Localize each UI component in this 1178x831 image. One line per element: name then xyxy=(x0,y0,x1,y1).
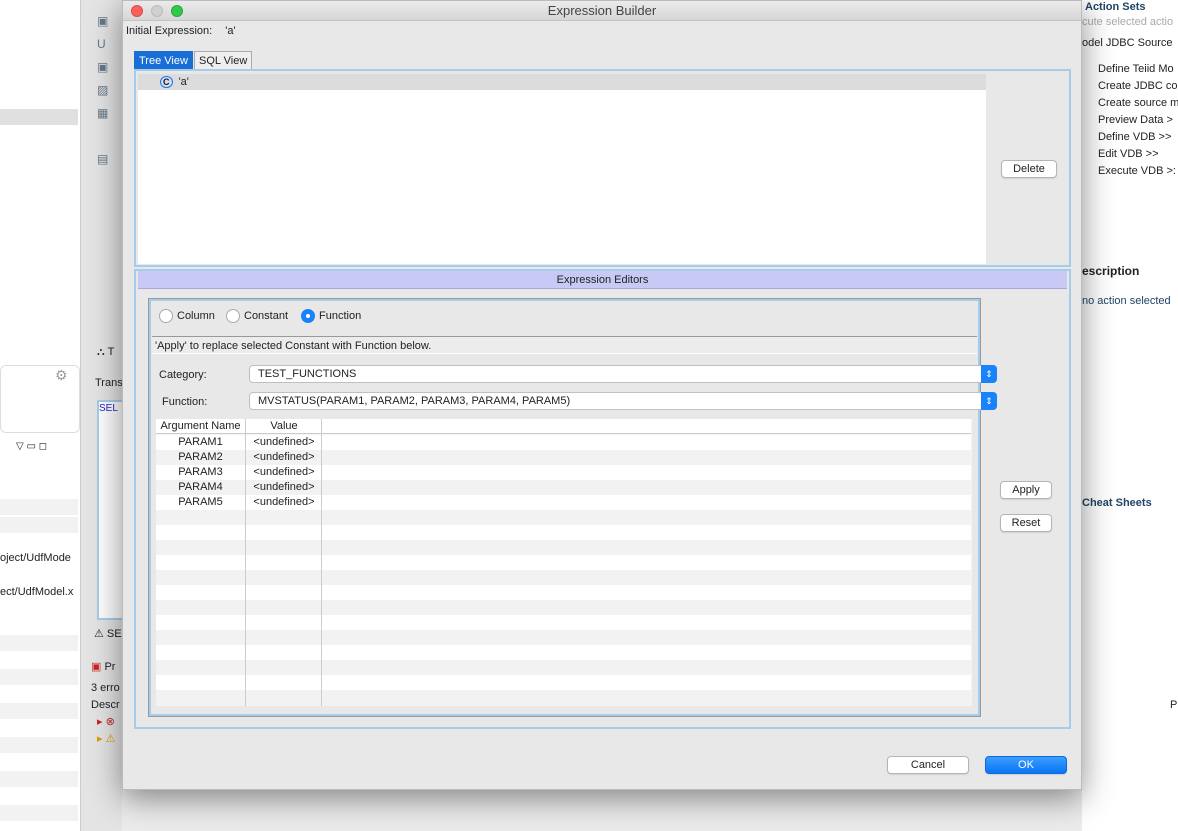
status-message: 'Apply' to replace selected Constant wit… xyxy=(152,336,977,354)
initial-expression-value: 'a' xyxy=(225,25,236,37)
table-row[interactable] xyxy=(156,555,971,570)
radio-constant[interactable] xyxy=(226,309,240,323)
transformation-tab[interactable]: Trans xyxy=(95,377,123,389)
column-header-value[interactable]: Value xyxy=(248,419,320,434)
action-item[interactable]: Define Teiid Mo xyxy=(1098,63,1174,75)
argument-name: PARAM4 xyxy=(178,481,223,493)
table-row[interactable] xyxy=(156,585,971,600)
sql-snippet: SEL xyxy=(99,403,118,414)
minimize-window-button[interactable] xyxy=(151,5,163,17)
zoom-window-button[interactable] xyxy=(171,5,183,17)
t-tab-label: T xyxy=(107,346,115,358)
tab-sql-view[interactable]: SQL View xyxy=(194,51,253,69)
problems-tab[interactable]: ▣ Pr xyxy=(91,660,115,673)
action-sets-header: Action Sets xyxy=(1085,1,1146,13)
table-row[interactable]: PARAM3 <undefined> xyxy=(156,465,971,480)
radio-constant-label: Constant xyxy=(244,310,289,322)
table-row[interactable] xyxy=(156,525,971,540)
expression-builder-dialog: Expression Builder Initial Expression: '… xyxy=(122,0,1082,790)
p-column: P xyxy=(1170,699,1178,711)
radio-function[interactable] xyxy=(301,309,315,323)
stepper-icon: ⇕ xyxy=(981,392,997,410)
execute-hint: cute selected actio xyxy=(1082,16,1174,28)
arguments-table[interactable]: Argument Name Value PARAM1 <undefined> PAR… xyxy=(156,419,972,706)
function-label: Function: xyxy=(162,396,208,408)
editor-strip-bg: ▣ U ▣ ▨ ▦ ▤ ⛬ T Trans SEL ⚠ SEL ▣ Pr 3 erro D… xyxy=(80,0,128,831)
action-item[interactable]: Define VDB >> xyxy=(1098,131,1171,143)
action-item[interactable]: Execute VDB >: xyxy=(1098,165,1176,177)
table-row[interactable]: PARAM1 <undefined> xyxy=(156,435,971,450)
table-row[interactable]: PARAM4 <undefined> xyxy=(156,480,971,495)
category-select[interactable]: TEST_FUNCTIONS ⇕ xyxy=(249,365,997,383)
table-row[interactable] xyxy=(156,570,971,585)
function-editor: Column Constant Function 'Apply' to repl… xyxy=(148,298,997,717)
description-text: no action selected xyxy=(1082,295,1171,307)
tab-tree-view[interactable]: Tree View xyxy=(134,51,193,69)
cheat-sheets-title: Cheat Sheets xyxy=(1082,497,1152,509)
table-row[interactable] xyxy=(156,600,971,615)
argument-value[interactable]: <undefined> xyxy=(248,495,320,510)
argument-name: PARAM1 xyxy=(178,436,223,448)
radio-column[interactable] xyxy=(159,309,173,323)
table-row[interactable] xyxy=(156,510,971,525)
project-explorer-bg: ⚙ ▽ ▭ ◻ oject/UdfMode ect/UdfModel.x xyxy=(0,0,80,831)
action-item[interactable]: Edit VDB >> xyxy=(1098,148,1159,160)
argument-value[interactable]: <undefined> xyxy=(248,450,320,465)
argument-value[interactable]: <undefined> xyxy=(248,465,320,480)
description-title: escription xyxy=(1082,264,1140,278)
dialog-title: Expression Builder xyxy=(547,3,657,18)
title-bar: Expression Builder xyxy=(123,1,1081,21)
path-item[interactable]: ect/UdfModel.x xyxy=(0,586,73,598)
argument-name: PARAM2 xyxy=(178,451,223,463)
action-item[interactable]: Create JDBC co xyxy=(1098,80,1177,92)
table-row[interactable] xyxy=(156,615,971,630)
apply-button[interactable]: Apply xyxy=(1000,481,1052,499)
cancel-button[interactable]: Cancel xyxy=(887,756,969,774)
expression-tree[interactable]: C 'a' xyxy=(138,74,986,264)
argument-name: PARAM5 xyxy=(178,496,223,508)
action-set-combo[interactable]: odel JDBC Source xyxy=(1082,37,1173,49)
ok-button[interactable]: OK xyxy=(985,756,1067,774)
expression-editors-header: Expression Editors xyxy=(138,271,1067,289)
error-count: 3 erro xyxy=(91,682,120,694)
path-item[interactable]: oject/UdfMode xyxy=(0,552,71,564)
table-row[interactable]: PARAM2 <undefined> xyxy=(156,450,971,465)
table-row[interactable] xyxy=(156,690,971,705)
argument-value[interactable]: <undefined> xyxy=(248,480,320,495)
gear-icon[interactable]: ⚙ xyxy=(55,367,68,384)
toolbar-icons: ▣ U ▣ ▨ ▦ ▤ xyxy=(97,14,109,166)
delete-button[interactable]: Delete xyxy=(1001,160,1057,178)
reset-button[interactable]: Reset xyxy=(1000,514,1052,532)
table-row[interactable]: PARAM5 <undefined> xyxy=(156,495,971,510)
argument-value[interactable]: <undefined> xyxy=(248,435,320,450)
argument-name: PARAM3 xyxy=(178,466,223,478)
table-row[interactable] xyxy=(156,630,971,645)
expression-editors-panel: Expression Editors Column Constant Funct… xyxy=(134,269,1071,729)
action-item[interactable]: Preview Data > xyxy=(1098,114,1173,126)
action-item[interactable]: Create source m xyxy=(1098,97,1178,109)
function-select[interactable]: MVSTATUS(PARAM1, PARAM2, PARAM3, PARAM4,… xyxy=(249,392,997,410)
table-row[interactable] xyxy=(156,540,971,555)
table-row[interactable] xyxy=(156,645,971,660)
radio-function-label: Function xyxy=(319,310,362,322)
initial-expression-label: Initial Expression: xyxy=(126,25,213,37)
tree-panel: C 'a' Delete xyxy=(134,69,1071,267)
radio-column-label: Column xyxy=(177,310,215,322)
stepper-icon: ⇕ xyxy=(981,365,997,383)
tree-node[interactable]: C 'a' xyxy=(138,74,986,90)
table-row[interactable] xyxy=(156,675,971,690)
constant-icon: C xyxy=(160,76,173,88)
column-header-argument-name[interactable]: Argument Name xyxy=(156,419,245,434)
view-menu-icon[interactable]: ▽ ▭ ◻ xyxy=(16,441,47,452)
table-row[interactable] xyxy=(156,660,971,675)
description-column: Descr xyxy=(91,699,120,711)
close-window-button[interactable] xyxy=(131,5,143,17)
category-label: Category: xyxy=(159,369,207,381)
